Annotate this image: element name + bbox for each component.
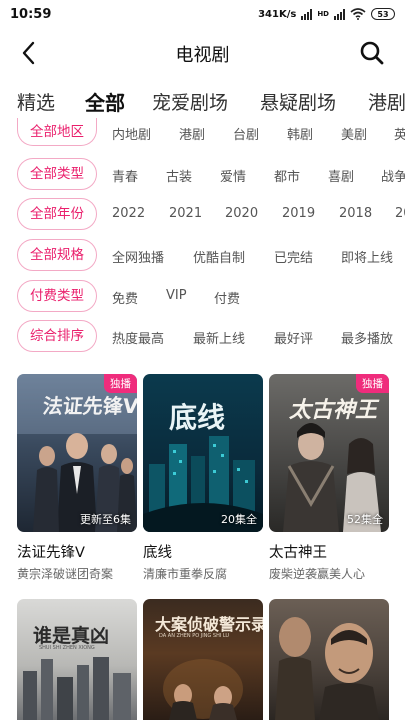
filter-option[interactable]: 韩剧 bbox=[287, 124, 313, 143]
filter-option[interactable]: 即将上线 bbox=[341, 247, 393, 266]
filter-region-button[interactable]: 全部地区 bbox=[17, 118, 97, 146]
tab-mystery-theater[interactable]: 悬疑剧场 bbox=[260, 88, 336, 115]
filter-option[interactable]: 付费 bbox=[214, 288, 240, 307]
tab-all[interactable]: 全部 bbox=[85, 87, 125, 116]
filter-option[interactable]: VIP bbox=[166, 288, 187, 303]
episode-count: 更新至6集 bbox=[80, 513, 131, 526]
network-speed: 341K/s bbox=[258, 8, 297, 20]
filter-option[interactable]: 2020 bbox=[225, 206, 258, 221]
filter-option[interactable]: 2018 bbox=[339, 206, 372, 221]
status-bar: 10:59 341K/s HD 53 bbox=[0, 0, 405, 28]
filter-option[interactable]: 20 bbox=[395, 206, 405, 221]
poster-subtitle-text: SHUI SHI ZHEN XIONG bbox=[39, 645, 95, 651]
signal-icon-2 bbox=[334, 8, 345, 20]
filter-option[interactable]: 2022 bbox=[112, 206, 145, 221]
show-subtitle: 清廉市重拳反腐 bbox=[143, 567, 228, 581]
filter-option[interactable]: 喜剧 bbox=[328, 166, 354, 185]
status-time: 10:59 bbox=[10, 6, 52, 22]
filter-option[interactable]: 优酷自制 bbox=[193, 247, 245, 266]
filter-option[interactable]: 战争 bbox=[381, 166, 405, 185]
tab-featured[interactable]: 精选 bbox=[17, 88, 55, 115]
show-poster[interactable]: 太古神王 独播 52集全 bbox=[269, 374, 389, 532]
show-title[interactable]: 法证先锋V bbox=[17, 541, 85, 562]
poster-title-text: 谁是真凶 bbox=[33, 625, 110, 647]
wifi-icon bbox=[350, 8, 366, 20]
filter-option[interactable]: 最好评 bbox=[274, 328, 313, 347]
episode-count: 20集全 bbox=[221, 513, 257, 526]
page-title: 电视剧 bbox=[175, 45, 230, 66]
filter-option[interactable]: 都市 bbox=[274, 166, 300, 185]
poster-title-text: 太古神王 bbox=[289, 398, 378, 423]
filter-option[interactable]: 2021 bbox=[169, 206, 202, 221]
show-title[interactable]: 底线 bbox=[143, 541, 172, 562]
poster-title-text: 法证先锋V bbox=[41, 394, 137, 418]
show-title[interactable]: 太古神王 bbox=[269, 541, 327, 562]
battery-icon: 53 bbox=[371, 8, 395, 20]
filter-option[interactable]: 古装 bbox=[166, 166, 192, 185]
episode-count: 52集全 bbox=[347, 513, 383, 526]
show-poster[interactable] bbox=[269, 599, 389, 720]
filter-row-sort: 综合排序 热度最高 最新上线 最好评 最多播放 bbox=[0, 320, 405, 354]
filter-option[interactable]: 港剧 bbox=[179, 124, 205, 143]
filter-row-type: 全部类型 青春 古装 爱情 都市 喜剧 战争 bbox=[0, 158, 405, 192]
exclusive-badge: 独播 bbox=[104, 374, 137, 393]
filter-option[interactable]: 青春 bbox=[112, 166, 138, 185]
poster-city bbox=[23, 657, 131, 720]
filter-option[interactable]: 内地剧 bbox=[112, 124, 151, 143]
filter-option[interactable]: 已完结 bbox=[274, 247, 313, 266]
show-poster[interactable]: 谁是真凶 SHUI SHI ZHEN XIONG bbox=[17, 599, 137, 720]
tab-pet-theater[interactable]: 宠爱剧场 bbox=[152, 88, 228, 115]
show-poster[interactable]: 底线 20集全 bbox=[143, 374, 263, 532]
search-button[interactable] bbox=[357, 38, 387, 68]
category-tabs: 精选 全部 宠爱剧场 悬疑剧场 港剧 bbox=[0, 84, 405, 120]
filter-spec-button[interactable]: 全部规格 bbox=[17, 239, 97, 271]
filter-sort-button[interactable]: 综合排序 bbox=[17, 320, 97, 352]
signal-icon bbox=[301, 8, 313, 20]
show-poster[interactable]: 法证先锋V 独播 更新至6集 bbox=[17, 374, 137, 532]
show-poster[interactable]: 大案侦破警示录 DA AN ZHEN PO JING SHI LU bbox=[143, 599, 263, 720]
filter-option[interactable]: 美剧 bbox=[341, 124, 367, 143]
status-icons: 341K/s HD 53 bbox=[258, 8, 395, 20]
hd-label: HD bbox=[317, 10, 329, 18]
header: 电视剧 bbox=[0, 30, 405, 76]
filter-option[interactable]: 英 bbox=[394, 124, 405, 143]
show-subtitle: 废柴逆袭赢美人心 bbox=[269, 567, 366, 581]
filter-row-spec: 全部规格 全网独播 优酷自制 已完结 即将上线 bbox=[0, 239, 405, 273]
filter-year-button[interactable]: 全部年份 bbox=[17, 198, 97, 230]
filter-option[interactable]: 免费 bbox=[112, 288, 138, 307]
filter-row-year: 全部年份 2022 2021 2020 2019 2018 20 bbox=[0, 198, 405, 232]
poster-subtitle-text: DA AN ZHEN PO JING SHI LU bbox=[159, 633, 230, 639]
filter-pay-button[interactable]: 付费类型 bbox=[17, 280, 97, 312]
search-icon bbox=[360, 41, 384, 65]
filter-type-button[interactable]: 全部类型 bbox=[17, 158, 97, 190]
tab-hk-drama[interactable]: 港剧 bbox=[368, 88, 405, 115]
filter-option[interactable]: 热度最高 bbox=[112, 328, 164, 347]
poster-title-text: 大案侦破警示录 bbox=[155, 615, 263, 634]
filter-option[interactable]: 台剧 bbox=[233, 124, 259, 143]
exclusive-badge: 独播 bbox=[356, 374, 389, 393]
filter-option[interactable]: 爱情 bbox=[220, 166, 246, 185]
show-subtitle: 黄宗泽破谜团奇案 bbox=[17, 567, 114, 581]
poster-faces bbox=[275, 617, 379, 720]
filter-row-region: 全部地区 内地剧 港剧 台剧 韩剧 美剧 英 bbox=[0, 118, 405, 152]
filter-option[interactable]: 最新上线 bbox=[193, 328, 245, 347]
poster-title-text: 底线 bbox=[169, 401, 226, 434]
filter-option[interactable]: 最多播放 bbox=[341, 328, 393, 347]
filter-option[interactable]: 全网独播 bbox=[112, 247, 164, 266]
filter-option[interactable]: 2019 bbox=[282, 206, 315, 221]
filter-row-pay: 付费类型 免费 VIP 付费 bbox=[0, 280, 405, 314]
